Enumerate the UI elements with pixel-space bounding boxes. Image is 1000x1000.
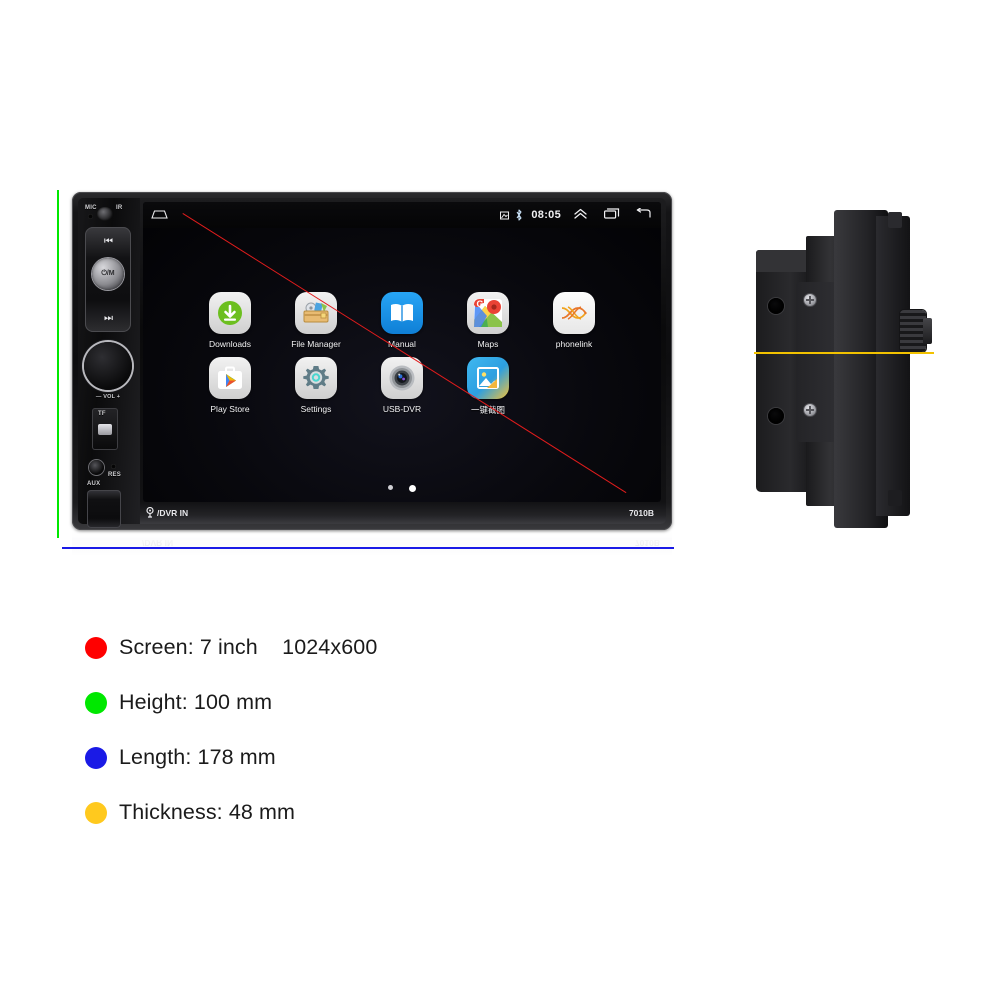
power-mode-button[interactable]: ⏻/M xyxy=(92,258,124,290)
home-icon[interactable] xyxy=(151,206,168,224)
power-mode-label: ⏻/M xyxy=(101,270,115,277)
previous-track-button[interactable]: ⏮ xyxy=(85,229,131,253)
chassis-section-rear xyxy=(876,216,910,516)
settings-gear-icon xyxy=(295,356,337,399)
thickness-guide-line xyxy=(754,352,934,354)
spec-label-thickness: Thickness: 48 mm xyxy=(119,800,296,824)
spec-bullet-screen xyxy=(85,636,107,659)
google-maps-icon: G xyxy=(467,291,509,334)
spec-row-height: Height: 100 mm xyxy=(85,675,725,730)
app-label: Settings xyxy=(300,403,332,414)
side-screw-lower xyxy=(804,404,816,416)
volume-label: — VOL + xyxy=(95,394,121,400)
side-screw-upper xyxy=(804,294,816,306)
specification-list: Screen: 7 inch 1024x600 Height: 100 mm L… xyxy=(85,620,725,840)
spec-label-screen: Screen: 7 inch 1024x600 xyxy=(119,635,378,659)
length-guide-line xyxy=(62,547,674,549)
app-label: phonelink xyxy=(555,338,593,349)
spec-label-height: Height: 100 mm xyxy=(119,690,273,714)
app-label: Play Store xyxy=(210,403,250,414)
dvr-in-label: /DVR IN xyxy=(157,508,189,518)
app-maps[interactable]: G Maps xyxy=(460,291,516,349)
tf-label: TF xyxy=(98,411,106,417)
car-stereo-side-view xyxy=(748,190,938,542)
tf-card-slot[interactable]: TF xyxy=(92,408,118,450)
dvr-in-group: /DVR IN xyxy=(146,506,189,520)
reflection-labels: /DVR IN 7010B xyxy=(72,530,672,556)
bottom-bezel: /DVR IN 7010B xyxy=(140,502,666,524)
screenshot-icon xyxy=(500,211,510,220)
app-row-1: Downloads File Manager Manual G Maps pho… xyxy=(143,291,661,349)
spec-row-thickness: Thickness: 48 mm xyxy=(85,785,725,840)
usb-dvr-camera-icon xyxy=(381,356,423,399)
rear-connector-bottom xyxy=(888,490,902,506)
unit-reflection: /DVR IN 7010B xyxy=(72,530,672,556)
page-indicator xyxy=(143,485,661,502)
aux-label: AUX xyxy=(87,481,101,487)
front-inner-frame: MIC IR ⏮ ⏻/M ⏭ — VOL + TF RES AUX 08:05 … xyxy=(78,198,666,528)
app-downloads[interactable]: Downloads xyxy=(202,291,258,349)
phonelink-icon xyxy=(553,291,595,334)
play-store-icon xyxy=(209,356,251,399)
ir-receiver-icon xyxy=(97,207,113,221)
ir-label: IR xyxy=(116,205,123,211)
back-arrow-icon[interactable] xyxy=(636,206,651,224)
status-bar: 08:05 xyxy=(143,202,661,228)
rear-connector-top xyxy=(888,212,902,228)
recent-apps-icon[interactable] xyxy=(604,206,620,224)
status-bar-clock: 08:05 xyxy=(531,209,561,221)
mic-label: MIC xyxy=(85,205,97,211)
height-guide-line xyxy=(57,190,59,538)
app-play-store[interactable]: Play Store xyxy=(202,356,258,416)
screenshot-gallery-icon xyxy=(467,356,509,399)
bluetooth-icon xyxy=(515,209,523,221)
previous-track-icon: ⏮ xyxy=(104,235,113,247)
next-track-button[interactable]: ⏭ xyxy=(85,306,131,330)
app-grid: Downloads File Manager Manual G Maps pho… xyxy=(143,228,661,485)
manual-book-icon xyxy=(381,291,423,334)
product-spec-image: MIC IR ⏮ ⏻/M ⏭ — VOL + TF RES AUX 08:05 … xyxy=(0,0,1000,1000)
page-dot-active[interactable] xyxy=(409,485,416,492)
mounting-hole-upper xyxy=(768,298,784,314)
app-label: Maps xyxy=(477,338,499,349)
model-number-label: 7010B xyxy=(628,508,654,518)
app-label: Downloads xyxy=(208,338,252,349)
camera-connector-icon xyxy=(146,506,154,520)
aux-input-jack[interactable] xyxy=(89,460,104,475)
res-label: RES xyxy=(108,472,121,478)
eject-button[interactable] xyxy=(87,490,121,528)
app-file-manager[interactable]: File Manager xyxy=(288,291,344,349)
spec-bullet-length xyxy=(85,746,107,769)
transport-button-cluster: ⏮ ⏻/M ⏭ xyxy=(85,227,131,332)
app-usb-dvr[interactable]: USB-DVR xyxy=(374,356,430,416)
spec-row-length: Length: 178 mm xyxy=(85,730,725,785)
app-settings[interactable]: Settings xyxy=(288,356,344,416)
spec-bullet-height xyxy=(85,691,107,714)
reset-button[interactable] xyxy=(111,464,116,469)
spec-row-screen: Screen: 7 inch 1024x600 xyxy=(85,620,725,675)
navigation-buttons xyxy=(573,206,651,224)
mounting-hole-lower xyxy=(768,408,784,424)
double-chevron-up-icon[interactable] xyxy=(573,206,588,224)
app-row-2: Play Store Settings USB-DVR 一键截图 xyxy=(143,356,661,416)
control-panel: MIC IR ⏮ ⏻/M ⏭ — VOL + TF RES AUX xyxy=(78,198,140,528)
app-phonelink[interactable]: phonelink xyxy=(546,291,602,349)
volume-knob[interactable] xyxy=(84,342,132,390)
tf-card-icon xyxy=(98,424,112,435)
car-stereo-front-view: MIC IR ⏮ ⏻/M ⏭ — VOL + TF RES AUX 08:05 … xyxy=(72,192,672,530)
next-track-icon: ⏭ xyxy=(104,312,113,324)
microphone-hole xyxy=(88,214,93,219)
app-label: Manual xyxy=(388,338,416,349)
page-dot[interactable] xyxy=(388,485,393,490)
app-label: File Manager xyxy=(291,338,341,349)
antenna-connector-tip xyxy=(923,318,932,344)
spec-label-length: Length: 178 mm xyxy=(119,745,276,769)
svg-text:G: G xyxy=(477,299,484,309)
app-label: USB-DVR xyxy=(382,403,422,414)
downloads-icon xyxy=(209,291,251,334)
spec-bullet-thickness xyxy=(85,801,107,824)
